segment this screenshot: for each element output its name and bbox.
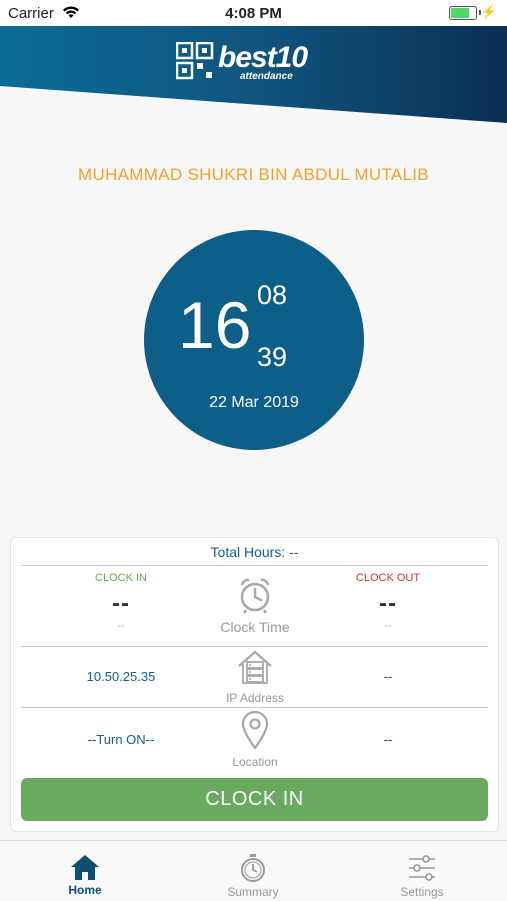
logo-subtitle: attendance [240, 71, 293, 82]
ip-address-column: IP Address [197, 648, 313, 705]
clock-display: 16 08 39 22 Mar 2019 [144, 230, 364, 450]
alarm-clock-icon [240, 578, 270, 614]
stopwatch-icon [241, 854, 265, 882]
location-pin-icon [241, 710, 269, 750]
clock-out-time: -- [379, 590, 397, 617]
clock-in-button[interactable]: CLOCK IN [21, 778, 488, 821]
location-in-value[interactable]: --Turn ON-- [41, 732, 201, 747]
divider [21, 565, 488, 566]
tab-settings[interactable]: Settings [362, 841, 482, 901]
qr-logo-icon [176, 42, 214, 80]
tab-summary[interactable]: Summary [193, 841, 313, 901]
charging-icon: ⚡ [480, 4, 497, 19]
tab-settings-label: Settings [400, 885, 444, 899]
attendance-card: Total Hours: -- CLOCK IN -- -- Clock Tim… [10, 537, 499, 832]
clock-hour: 16 [178, 288, 252, 362]
clock-second: 39 [257, 342, 288, 372]
clock-minute: 08 [257, 280, 288, 310]
clock-time-label: Clock Time [220, 619, 290, 635]
server-house-icon [238, 650, 272, 684]
tab-bar: Home Summary Settings [0, 840, 507, 901]
total-hours: Total Hours: -- [210, 544, 299, 560]
clock-in-label: CLOCK IN [95, 572, 147, 584]
ip-address-label: IP Address [226, 691, 284, 705]
sliders-icon [409, 855, 435, 881]
app-logo: best10 attendance [176, 41, 308, 82]
clock-in-time: -- [112, 590, 130, 617]
home-icon [71, 855, 99, 880]
location-label: Location [232, 755, 278, 769]
clock-out-column: CLOCK OUT -- -- [308, 572, 468, 632]
clock-time-column: Clock Time [197, 576, 313, 635]
location-out-value: -- [383, 732, 393, 747]
clock-date: 22 Mar 2019 [209, 394, 299, 411]
divider [21, 646, 488, 647]
clock-in-column: CLOCK IN -- -- [41, 572, 201, 632]
clock-in-sub: -- [117, 620, 125, 632]
tab-home-label: Home [68, 883, 102, 897]
employee-name: MUHAMMAD SHUKRI BIN ABDUL MUTALIB [78, 165, 429, 184]
clock-out-sub: -- [384, 620, 392, 632]
tab-home[interactable]: Home [25, 841, 145, 901]
clock-out-label: CLOCK OUT [355, 572, 421, 584]
ip-out-value: -- [383, 669, 393, 684]
status-time: 4:08 PM [225, 5, 282, 22]
location-column: Location [197, 710, 313, 769]
app-header: best10 attendance [0, 26, 507, 126]
tab-summary-label: Summary [227, 885, 279, 899]
ip-in-value: 10.50.25.35 [86, 669, 156, 684]
status-bar: Carrier 4:08 PM ⚡ [0, 0, 507, 26]
battery-icon [449, 6, 477, 20]
logo-wordmark: best10 [218, 41, 308, 74]
divider [21, 707, 488, 708]
